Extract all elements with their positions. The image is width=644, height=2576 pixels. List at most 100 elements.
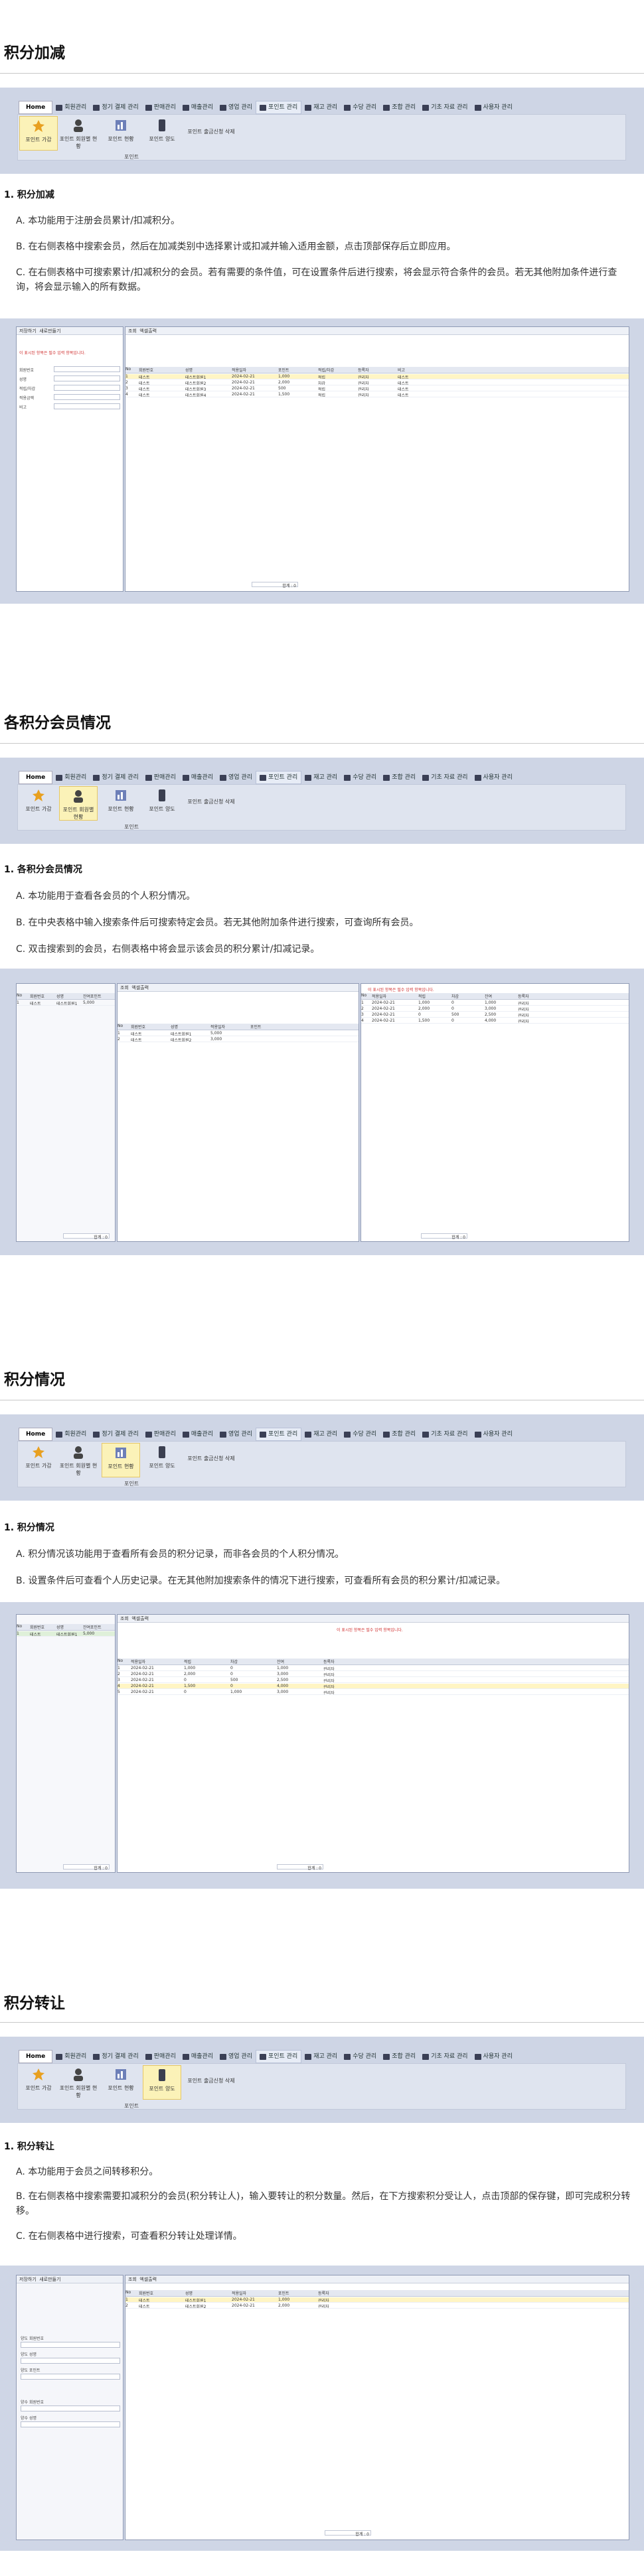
- tab-home[interactable]: Home: [19, 101, 53, 114]
- table-row[interactable]: 2 테스트 테스트회원2 2024-02-21 2,000 관리자: [125, 2303, 629, 2309]
- member-name-field[interactable]: [54, 375, 120, 381]
- tab-base-data[interactable]: 기초 자료 관리: [419, 1428, 471, 1441]
- point-status-button[interactable]: 포인트 현황: [102, 2065, 140, 2100]
- new-button[interactable]: 새로만들기: [39, 328, 60, 334]
- new-button[interactable]: 새로만들기: [39, 2277, 60, 2282]
- table-row[interactable]: 2 2024-02-21 2,000 0 3,000 관리자: [361, 1006, 629, 1012]
- tab-point[interactable]: 포인트 관리: [255, 771, 302, 784]
- tab-union[interactable]: 조합 관리: [380, 101, 419, 114]
- point-status-button[interactable]: 포인트 현황: [102, 1443, 140, 1477]
- tab-base-data[interactable]: 기초 자료 관리: [419, 771, 471, 784]
- point-member-status-button[interactable]: 포인트 회원별 현황: [59, 786, 98, 821]
- receiver-member-field[interactable]: [21, 2406, 120, 2411]
- receiver-name-field[interactable]: [21, 2421, 120, 2427]
- table-row[interactable]: 3 2024-02-21 0 500 2,500 관리자: [361, 1012, 629, 1018]
- tab-business[interactable]: 영업 관리: [216, 101, 256, 114]
- tab-sales[interactable]: 판매관리: [142, 1428, 179, 1441]
- tab-revenue[interactable]: 매출관리: [179, 2050, 216, 2063]
- tab-allowance[interactable]: 수당 관리: [341, 1428, 380, 1441]
- point-member-status-button[interactable]: 포인트 회원별 현황: [59, 2065, 98, 2100]
- tab-sales[interactable]: 판매관리: [142, 101, 179, 114]
- tab-point[interactable]: 포인트 관리: [255, 1428, 302, 1441]
- tab-base-data[interactable]: 기초 자료 관리: [419, 2050, 471, 2063]
- tab-sales[interactable]: 판매관리: [142, 2050, 179, 2063]
- table-row[interactable]: 4 2024-02-21 1,500 0 4,000 관리자: [361, 1018, 629, 1024]
- tab-allowance[interactable]: 수당 관리: [341, 2050, 380, 2063]
- table-row[interactable]: 1 테스트 테스트회원1 2024-02-21 1,000 적립 관리자 테스트: [125, 374, 629, 379]
- tab-member[interactable]: 회원관리: [52, 2050, 90, 2063]
- tab-stock[interactable]: 재고 관리: [301, 101, 341, 114]
- tab-allowance[interactable]: 수당 관리: [341, 771, 380, 784]
- point-withdraw-delete-button[interactable]: 포인트 출금신청 삭제: [185, 128, 237, 141]
- tab-union[interactable]: 조합 관리: [380, 1428, 419, 1441]
- tab-revenue[interactable]: 매출관리: [179, 101, 216, 114]
- excel-button[interactable]: 엑셀출력: [131, 1616, 149, 1621]
- tab-member[interactable]: 회원관리: [52, 101, 90, 114]
- excel-button[interactable]: 엑셀출력: [139, 328, 157, 334]
- tab-user[interactable]: 사용자 관리: [471, 1428, 516, 1441]
- point-adjust-button[interactable]: 포인트 가감: [19, 786, 58, 821]
- search-button[interactable]: 조회: [120, 1616, 129, 1621]
- point-transfer-button[interactable]: 포인트 양도: [143, 116, 181, 151]
- table-row[interactable]: 2 테스트 테스트회원2 2024-02-21 2,000 차감 관리자 테스트: [125, 380, 629, 385]
- search-button[interactable]: 조회: [128, 2277, 137, 2282]
- table-row[interactable]: 3 2024-02-21 0 500 2,500 관리자: [118, 1678, 629, 1683]
- table-row[interactable]: 1 2024-02-21 1,000 0 1,000 관리자: [361, 1000, 629, 1006]
- point-transfer-button[interactable]: 포인트 양도: [143, 786, 181, 821]
- tab-revenue[interactable]: 매출관리: [179, 771, 216, 784]
- amount-field[interactable]: [54, 394, 120, 400]
- tab-user[interactable]: 사용자 관리: [471, 771, 516, 784]
- table-row[interactable]: 1 테스트 테스트회원1 5,000: [17, 1000, 115, 1006]
- tab-stock[interactable]: 재고 관리: [301, 2050, 341, 2063]
- tab-union[interactable]: 조합 관리: [380, 2050, 419, 2063]
- table-row[interactable]: 4 테스트 테스트회원4 2024-02-21 1,500 적립 관리자 테스트: [125, 392, 629, 397]
- tab-subscription[interactable]: 정기 결제 관리: [90, 771, 141, 784]
- table-row[interactable]: 2 테스트 테스트회원2 3,000: [118, 1037, 359, 1042]
- note-field[interactable]: [54, 403, 120, 409]
- tab-business[interactable]: 영업 관리: [216, 771, 256, 784]
- transfer-amount-field[interactable]: [21, 2374, 120, 2380]
- tab-union[interactable]: 조합 관리: [380, 771, 419, 784]
- point-transfer-button[interactable]: 포인트 양도: [143, 2065, 181, 2100]
- tab-sales[interactable]: 판매관리: [142, 771, 179, 784]
- tab-business[interactable]: 영업 관리: [216, 1428, 256, 1441]
- point-status-button[interactable]: 포인트 현황: [102, 786, 140, 821]
- table-row[interactable]: 1 테스트 테스트회원1 5,000: [17, 1631, 115, 1637]
- point-adjust-button[interactable]: 포인트 가감: [19, 116, 58, 151]
- tab-home[interactable]: Home: [19, 771, 53, 784]
- tab-subscription[interactable]: 정기 결제 관리: [90, 2050, 141, 2063]
- giver-member-field[interactable]: [21, 2342, 120, 2348]
- giver-name-field[interactable]: [21, 2358, 120, 2364]
- tab-home[interactable]: Home: [19, 1428, 53, 1441]
- table-row[interactable]: 1 2024-02-21 1,000 0 1,000 관리자: [118, 1666, 629, 1671]
- excel-button[interactable]: 엑셀출력: [131, 985, 149, 990]
- tab-base-data[interactable]: 기초 자료 관리: [419, 101, 471, 114]
- tab-point[interactable]: 포인트 관리: [255, 101, 302, 114]
- point-member-status-button[interactable]: 포인트 회원별 현황: [59, 1443, 98, 1477]
- point-adjust-button[interactable]: 포인트 가감: [19, 2065, 58, 2100]
- tab-user[interactable]: 사용자 관리: [471, 101, 516, 114]
- table-row[interactable]: 2 2024-02-21 2,000 0 3,000 관리자: [118, 1672, 629, 1677]
- point-withdraw-delete-button[interactable]: 포인트 출금신청 삭제: [185, 2077, 237, 2090]
- tab-revenue[interactable]: 매출관리: [179, 1428, 216, 1441]
- tab-business[interactable]: 영업 관리: [216, 2050, 256, 2063]
- point-status-button[interactable]: 포인트 현황: [102, 116, 140, 151]
- save-button[interactable]: 저장하기: [19, 328, 37, 334]
- excel-button[interactable]: 엑셀출력: [139, 2277, 157, 2282]
- table-row[interactable]: 3 테스트 테스트회원3 2024-02-21 500 적립 관리자 테스트: [125, 386, 629, 391]
- tab-user[interactable]: 사용자 관리: [471, 2050, 516, 2063]
- tab-stock[interactable]: 재고 관리: [301, 771, 341, 784]
- tab-member[interactable]: 회원관리: [52, 771, 90, 784]
- tab-subscription[interactable]: 정기 결제 관리: [90, 1428, 141, 1441]
- search-button[interactable]: 조회: [120, 985, 129, 990]
- tab-point[interactable]: 포인트 관리: [255, 2050, 302, 2063]
- point-withdraw-delete-button[interactable]: 포인트 출금신청 삭제: [185, 1455, 237, 1468]
- table-row[interactable]: 1 테스트 테스트회원1 5,000: [118, 1031, 359, 1036]
- member-no-field[interactable]: [54, 366, 120, 372]
- search-button[interactable]: 조회: [128, 328, 137, 334]
- table-row[interactable]: 1 테스트 테스트회원1 2024-02-21 1,000 관리자: [125, 2297, 629, 2303]
- point-adjust-button[interactable]: 포인트 가감: [19, 1443, 58, 1477]
- tab-subscription[interactable]: 정기 결제 관리: [90, 101, 141, 114]
- point-member-status-button[interactable]: 포인트 회원별 현황: [59, 116, 98, 151]
- point-withdraw-delete-button[interactable]: 포인트 출금신청 삭제: [185, 798, 237, 811]
